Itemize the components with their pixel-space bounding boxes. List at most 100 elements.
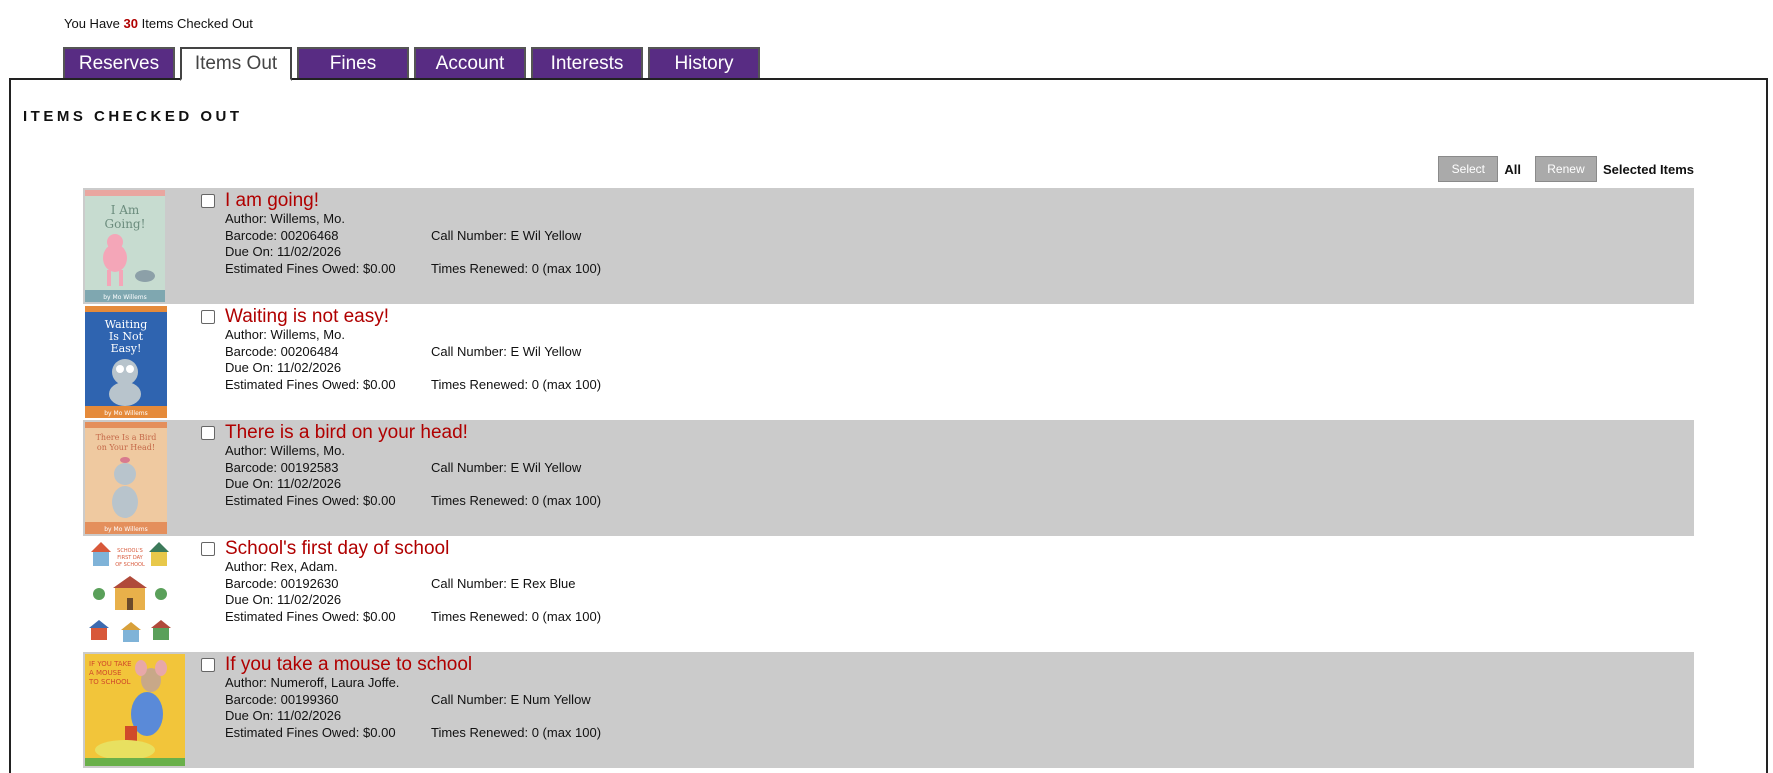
tab-items-out[interactable]: Items Out [180,47,292,81]
author-line: Author: Willems, Mo. [225,443,601,460]
call-number-line: Call Number: E Wil Yellow [431,228,581,245]
renewed-label: Times Renewed: [431,260,529,276]
svg-text:IF YOU TAKE: IF YOU TAKE [89,660,132,668]
renewed-line: Times Renewed: 0 (max 100) [431,609,601,626]
call-number-value: E Wil Yellow [510,227,582,243]
item-checkbox[interactable] [201,310,215,324]
book-cover[interactable]: There Is a Bird on Your Head! by Mo Will… [85,422,167,534]
barcode-value: 00199360 [280,691,339,707]
item-title-link[interactable]: Waiting is not easy! [225,307,601,327]
tab-fines[interactable]: Fines [297,47,409,79]
items-out-panel: ITEMS CHECKED OUT Select All Renew Selec… [9,78,1768,773]
svg-text:TO SCHOOL: TO SCHOOL [88,678,131,686]
pig-book-cover-icon: I Am Going! by Mo Willems [85,190,165,302]
author-value: Numeroff, Laura Joffe. [270,675,400,690]
tab-reserves[interactable]: Reserves [63,47,175,79]
list-item: Waiting Is Not Easy! by Mo Willems Waiti… [83,304,1694,420]
barcode-line: Barcode: 00206484 [225,344,431,361]
items-checked-out-status: You Have 30 Items Checked Out [64,16,253,31]
call-number-value: E Wil Yellow [510,459,582,475]
account-tabs: Reserves Items Out Fines Account Interes… [63,47,760,81]
call-number-value: E Num Yellow [510,691,591,707]
renewed-label: Times Renewed: [431,492,529,508]
call-number-line: Call Number: E Wil Yellow [431,344,581,361]
due-value: 11/02/2026 [277,592,342,607]
svg-text:A MOUSE: A MOUSE [89,669,122,677]
book-cover[interactable]: I Am Going! by Mo Willems [85,190,165,302]
all-label: All [1504,161,1521,177]
tab-interests[interactable]: Interests [531,47,643,79]
item-title-link[interactable]: I am going! [225,191,601,211]
item-checkbox[interactable] [201,426,215,440]
barcode-call-row: Barcode: 00206484 Call Number: E Wil Yel… [225,344,601,361]
svg-text:by Mo Willems: by Mo Willems [104,526,148,533]
fines-label: Estimated Fines Owed: [225,376,360,392]
barcode-line: Barcode: 00206468 [225,228,431,245]
svg-text:SCHOOL'S: SCHOOL'S [117,548,143,554]
author-value: Rex, Adam. [270,559,338,574]
renewed-value: 0 (max 100) [531,376,602,392]
book-cover[interactable]: Waiting Is Not Easy! by Mo Willems [85,306,167,418]
renewed-value: 0 (max 100) [531,492,602,508]
renewed-line: Times Renewed: 0 (max 100) [431,377,601,394]
barcode-call-row: Barcode: 00199360 Call Number: E Num Yel… [225,692,601,709]
book-cover[interactable]: IF YOU TAKE A MOUSE TO SCHOOL [85,654,185,766]
item-checkbox[interactable] [201,542,215,556]
select-all-button[interactable]: Select [1438,156,1499,182]
fines-renew-row: Estimated Fines Owed: $0.00 Times Renewe… [225,609,601,626]
due-value: 11/02/2026 [277,360,342,375]
author-label: Author: [225,327,267,342]
due-label: Due On: [225,360,274,375]
renew-button[interactable]: Renew [1534,156,1597,182]
barcode-value: 00192583 [280,459,339,475]
list-item: IF YOU TAKE A MOUSE TO SCHOOL If you tak… [83,652,1694,768]
item-checkbox[interactable] [201,194,215,208]
checked-out-count: 30 [123,16,138,31]
author-line: Author: Willems, Mo. [225,211,601,228]
school-houses-book-cover-icon: SCHOOL'S FIRST DAY OF SCHOOL [85,538,175,650]
item-title-link[interactable]: If you take a mouse to school [225,655,601,675]
due-line: Due On: 11/02/2026 [225,476,601,493]
call-number-line: Call Number: E Num Yellow [431,692,591,709]
item-title-link[interactable]: School's first day of school [225,539,601,559]
author-label: Author: [225,211,267,226]
svg-text:OF SCHOOL: OF SCHOOL [115,562,145,568]
svg-text:by Mo Willems: by Mo Willems [104,410,148,417]
tab-account[interactable]: Account [414,47,526,79]
renewed-label: Times Renewed: [431,608,529,624]
item-details: There is a bird on your head! Author: Wi… [225,423,601,509]
fines-renew-row: Estimated Fines Owed: $0.00 Times Renewe… [225,725,601,742]
svg-text:Going!: Going! [105,217,146,231]
fines-renew-row: Estimated Fines Owed: $0.00 Times Renewe… [225,261,601,278]
item-details: School's first day of school Author: Rex… [225,539,601,625]
author-value: Willems, Mo. [270,327,345,342]
due-label: Due On: [225,708,274,723]
fines-label: Estimated Fines Owed: [225,608,360,624]
fines-value: $0.00 [363,724,396,740]
list-item: I Am Going! by Mo Willems I am going! Au… [83,188,1694,304]
status-prefix: You Have [64,16,120,31]
svg-text:on Your Head!: on Your Head! [97,443,155,452]
renewed-label: Times Renewed: [431,724,529,740]
svg-text:Easy!: Easy! [111,342,142,355]
book-cover[interactable]: SCHOOL'S FIRST DAY OF SCHOOL [85,538,175,650]
item-title-link[interactable]: There is a bird on your head! [225,423,601,443]
fines-value: $0.00 [363,376,396,392]
item-details: Waiting is not easy! Author: Willems, Mo… [225,307,601,393]
item-details: If you take a mouse to school Author: Nu… [225,655,601,741]
tab-history[interactable]: History [648,47,760,79]
author-label: Author: [225,559,267,574]
svg-text:by Mo Willems: by Mo Willems [103,294,147,301]
author-value: Willems, Mo. [270,443,345,458]
item-checkbox[interactable] [201,658,215,672]
author-label: Author: [225,675,267,690]
fines-value: $0.00 [363,492,396,508]
selected-items-label: Selected Items [1602,161,1694,177]
svg-text:FIRST DAY: FIRST DAY [117,555,143,561]
barcode-line: Barcode: 00192583 [225,460,431,477]
author-line: Author: Numeroff, Laura Joffe. [225,675,601,692]
call-number-label: Call Number: [431,343,507,359]
item-details: I am going! Author: Willems, Mo. Barcode… [225,191,601,277]
status-suffix: Items Checked Out [141,16,253,31]
barcode-value: 00206484 [280,343,339,359]
